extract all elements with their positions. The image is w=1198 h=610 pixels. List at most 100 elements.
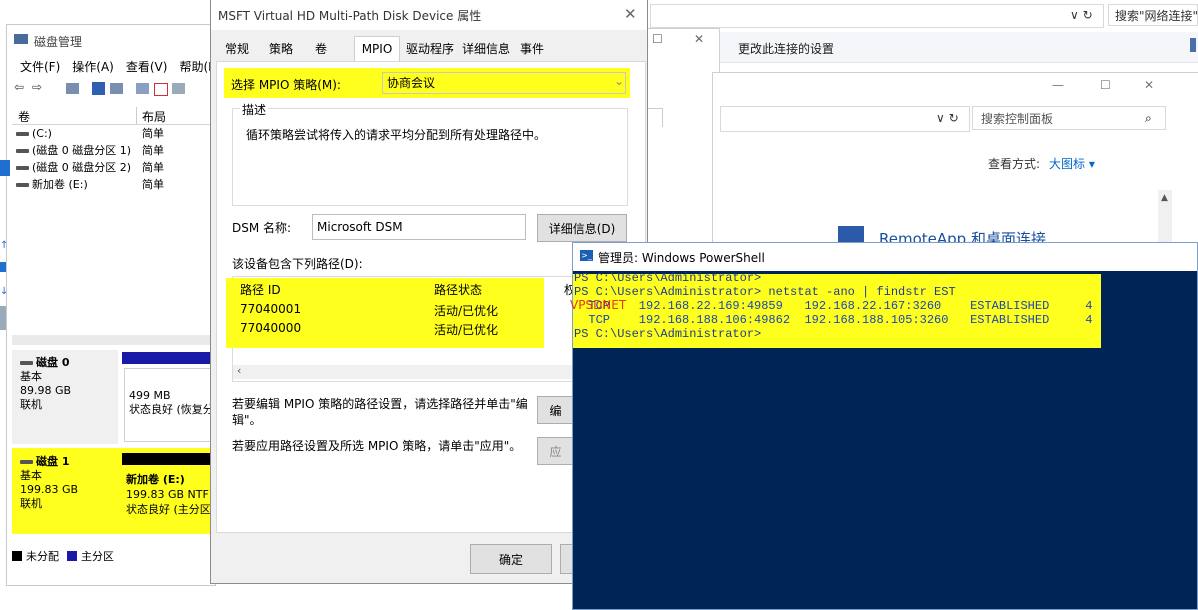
disk0-partition[interactable]: 499 MB 状态良好 (恢复分	[124, 368, 214, 442]
disk1-label[interactable]: 磁盘 1 基本 199.83 GB 联机	[20, 455, 78, 511]
disk-management-title: 磁盘管理	[34, 35, 83, 49]
tab-driver[interactable]: 驱动程序	[404, 38, 456, 60]
drive-icon	[16, 132, 29, 136]
tab-mpio[interactable]: MPIO	[354, 36, 400, 63]
control-panel-minimize-icon[interactable]: —	[1052, 78, 1064, 92]
dsm-name-field[interactable]: Microsoft DSM	[312, 214, 526, 240]
remoteapp-item[interactable]: RemoteApp 和桌面连接	[879, 228, 1046, 242]
control-panel-search-input[interactable]: 搜索控制面板	[972, 106, 1166, 130]
paths-scrollbar[interactable]	[233, 365, 572, 379]
path-id[interactable]: 77040000	[240, 321, 301, 335]
column-volume[interactable]: 卷	[18, 108, 30, 125]
powershell-title: 管理员: Windows PowerShell	[598, 251, 765, 265]
volume-row[interactable]: 新加卷 (E:) 简单	[12, 176, 212, 193]
background-dialog-column	[648, 108, 663, 127]
search-icon[interactable]: ⌕	[1145, 111, 1152, 126]
policy-select[interactable]: 协商会议	[382, 72, 626, 94]
apply-hint: 若要应用路径设置及所选 MPIO 策略，请单击"应用"。	[232, 439, 522, 453]
path-state[interactable]: 活动/已优化	[434, 302, 498, 319]
column-divider	[136, 107, 137, 124]
disk-management-menu: 文件(F) 操作(A) 查看(V) 帮助(H)	[20, 58, 222, 75]
edge-arrow-icon: ↑	[0, 240, 9, 251]
tab-volumes[interactable]: 卷	[308, 38, 334, 60]
background-dialog-maximize-icon[interactable]: ☐	[652, 32, 663, 46]
network-icon	[1190, 38, 1196, 52]
disk1-volume-bar	[122, 453, 212, 465]
paths-label: 该设备包含下列路径(D):	[232, 257, 363, 271]
drive-icon	[16, 183, 29, 187]
disk-icon	[20, 361, 33, 365]
control-panel-address-bar[interactable]	[720, 106, 970, 132]
menu-action[interactable]: 操作(A)	[72, 58, 114, 75]
disk-management-app-icon	[14, 34, 28, 44]
chevron-down-icon[interactable]: ⌄	[614, 74, 624, 88]
disk-icon	[20, 460, 33, 464]
close-icon[interactable]: ✕	[624, 5, 637, 23]
menu-file[interactable]: 文件(F)	[20, 58, 60, 75]
console-line: TCP 192.168.22.169:49859 192.168.22.167:…	[574, 299, 1093, 313]
forward-icon[interactable]: ⇨	[32, 80, 42, 94]
view-by-label: 查看方式:	[988, 157, 1041, 171]
powershell-icon: >_	[580, 250, 593, 261]
path-state[interactable]: 活动/已优化	[434, 321, 498, 338]
volume-list-header: 卷 布局	[12, 107, 212, 125]
connect-icon[interactable]	[136, 83, 149, 94]
network-address-controls[interactable]: ∨ ↻	[1070, 8, 1093, 22]
paths-column-weight[interactable]: 权	[564, 281, 572, 298]
background-dialog	[644, 28, 720, 260]
volume-row[interactable]: (磁盘 0 磁盘分区 1) 简单	[12, 142, 212, 159]
console-icon[interactable]	[66, 83, 79, 94]
tab-details[interactable]: 详细信息	[460, 38, 512, 60]
edit-button[interactable]: 编	[537, 396, 574, 424]
change-connection-settings-link[interactable]: 更改此连接的设置	[738, 40, 834, 57]
edit-hint: 若要编辑 MPIO 策略的路径设置，请选择路径并单击"编辑"。	[232, 397, 528, 427]
list-icon[interactable]	[172, 83, 185, 94]
tab-general[interactable]: 常规	[220, 38, 254, 60]
menu-view[interactable]: 查看(V)	[126, 58, 168, 75]
apply-button[interactable]: 应	[537, 437, 574, 465]
watermark: VPSDNET	[570, 298, 627, 312]
side-accent-icon	[0, 160, 10, 176]
description-heading: 描述	[240, 101, 269, 118]
disk1-volume[interactable]: 新加卷 (E:) 199.83 GB NTF 状态良好 (主分区	[126, 472, 212, 517]
pane-splitter[interactable]	[12, 335, 212, 345]
view-by-dropdown[interactable]: 大图标 ▾	[1049, 155, 1095, 172]
dialog-title: MSFT Virtual HD Multi-Path Disk Device 属…	[218, 9, 482, 23]
console-line: TCP 192.168.188.106:49862 192.168.188.10…	[574, 313, 1093, 327]
tab-policy[interactable]: 策略	[264, 38, 298, 60]
checklist-icon[interactable]	[154, 83, 168, 96]
control-panel-address-controls[interactable]: ∨ ↻	[936, 111, 959, 125]
network-address-bar[interactable]	[650, 4, 1104, 28]
properties-icon[interactable]	[110, 83, 123, 94]
path-id[interactable]: 77040001	[240, 302, 301, 316]
console-line: PS C:\Users\Administrator>	[574, 327, 762, 341]
paths-column-state[interactable]: 路径状态	[434, 281, 482, 298]
column-layout[interactable]: 布局	[142, 108, 166, 125]
scroll-up-icon[interactable]: ▲	[1161, 193, 1168, 203]
legend-primary: 主分区	[81, 550, 114, 563]
control-panel-maximize-icon[interactable]: ☐	[1100, 78, 1111, 92]
description-text: 循环策略尝试将传入的请求平均分配到所有处理路径中。	[246, 128, 547, 142]
help-icon[interactable]	[92, 82, 105, 95]
network-search-input[interactable]: 搜索"网络连接"	[1108, 4, 1198, 26]
disk0-label[interactable]: 磁盘 0 基本 89.98 GB 联机	[12, 350, 118, 444]
back-icon[interactable]: ⇦	[14, 80, 24, 94]
scroll-left-icon[interactable]: ‹	[237, 364, 241, 377]
dsm-label: DSM 名称:	[232, 221, 292, 235]
details-button[interactable]: 详细信息(D)	[537, 214, 627, 242]
volume-row[interactable]: (磁盘 0 磁盘分区 2) 简单	[12, 159, 212, 176]
remoteapp-icon	[838, 226, 864, 242]
drive-icon	[16, 149, 29, 153]
tab-events[interactable]: 事件	[516, 38, 548, 60]
edge-arrow-icon: ↓	[0, 286, 9, 297]
primary-swatch	[67, 551, 77, 561]
drive-icon	[16, 166, 29, 170]
disk0-partition-bar	[122, 352, 212, 364]
volume-row[interactable]: (C:) 简单	[12, 125, 212, 142]
ok-button[interactable]: 确定	[470, 544, 552, 574]
legend-unallocated: 未分配	[26, 550, 59, 563]
background-dialog-close-icon[interactable]: ✕	[694, 32, 704, 46]
description-group	[232, 108, 628, 206]
control-panel-close-icon[interactable]: ✕	[1144, 78, 1154, 92]
paths-column-id[interactable]: 路径 ID	[240, 281, 281, 298]
